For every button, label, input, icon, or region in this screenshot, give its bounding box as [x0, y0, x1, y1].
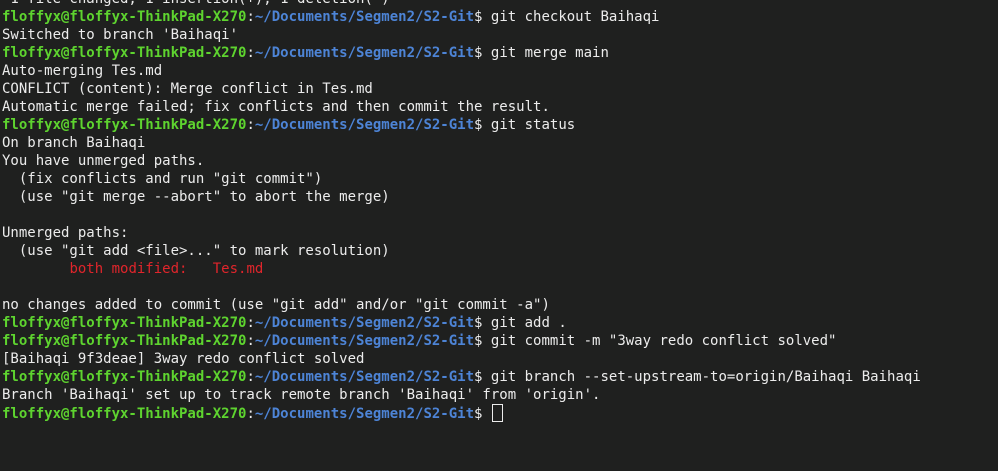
- prompt-line: floffyx@floffyx-ThinkPad-X270:~/Document…: [2, 314, 998, 332]
- prompt-separator: :: [246, 333, 255, 349]
- prompt-separator: :: [246, 315, 255, 331]
- terminal-window[interactable]: 1 file changed, 1 insertion(+), 1 deleti…: [0, 0, 998, 471]
- output-line: (fix conflicts and run "git commit"): [2, 171, 323, 187]
- prompt-separator: :: [246, 369, 255, 385]
- prompt-path: ~/Documents/Segmen2/S2-Git: [254, 369, 475, 385]
- output-line: Branch 'Baihaqi' set up to track remote …: [2, 387, 601, 403]
- output-line: Switched to branch 'Baihaqi': [2, 27, 239, 43]
- command-text: git add .: [490, 315, 567, 331]
- prompt-symbol: $: [474, 369, 491, 385]
- prompt-symbol: $: [474, 9, 491, 25]
- prompt-line: floffyx@floffyx-ThinkPad-X270:~/Document…: [2, 368, 998, 386]
- output-line: You have unmerged paths.: [2, 153, 205, 169]
- prompt-symbol: $: [474, 45, 491, 61]
- prompt-path: ~/Documents/Segmen2/S2-Git: [254, 9, 475, 25]
- output-line: Auto-merging Tes.md: [2, 63, 163, 79]
- command-text: git checkout Baihaqi: [490, 9, 660, 25]
- command-text: git commit -m "3way redo conflict solved…: [490, 333, 837, 349]
- prompt-path: ~/Documents/Segmen2/S2-Git: [254, 406, 475, 422]
- prompt-separator: :: [246, 117, 255, 133]
- output-line: Unmerged paths:: [2, 225, 129, 241]
- output-line: [Baihaqi 9f3deae] 3way redo conflict sol…: [2, 351, 365, 367]
- prompt-path: ~/Documents/Segmen2/S2-Git: [254, 45, 475, 61]
- prompt-path: ~/Documents/Segmen2/S2-Git: [254, 315, 475, 331]
- output-line: Automatic merge failed; fix conflicts an…: [2, 99, 550, 115]
- prompt-symbol: $: [474, 333, 491, 349]
- output-line: 1 file changed, 1 insertion(+), 1 deleti…: [2, 0, 998, 8]
- prompt-separator: :: [246, 45, 255, 61]
- prompt-user-host: floffyx@floffyx-ThinkPad-X270: [2, 117, 247, 133]
- terminal-output: 1 file changed, 1 insertion(+), 1 deleti…: [2, 0, 998, 422]
- unmerged-file-line: both modified: Tes.md: [2, 260, 998, 278]
- command-text: git merge main: [490, 45, 609, 61]
- prompt-path: ~/Documents/Segmen2/S2-Git: [254, 117, 475, 133]
- prompt-user-host: floffyx@floffyx-ThinkPad-X270: [2, 333, 247, 349]
- text-cursor: [491, 404, 503, 422]
- prompt-line: floffyx@floffyx-ThinkPad-X270:~/Document…: [2, 8, 998, 26]
- prompt-line: floffyx@floffyx-ThinkPad-X270:~/Document…: [2, 44, 998, 62]
- prompt-line: floffyx@floffyx-ThinkPad-X270:~/Document…: [2, 332, 998, 350]
- prompt-line: floffyx@floffyx-ThinkPad-X270:~/Document…: [2, 116, 998, 134]
- prompt-user-host: floffyx@floffyx-ThinkPad-X270: [2, 406, 247, 422]
- output-line: On branch Baihaqi: [2, 135, 146, 151]
- active-prompt-line[interactable]: floffyx@floffyx-ThinkPad-X270:~/Document…: [2, 404, 998, 422]
- prompt-separator: :: [246, 406, 255, 422]
- prompt-symbol: $: [474, 315, 491, 331]
- output-line: (use "git add <file>..." to mark resolut…: [2, 243, 390, 259]
- prompt-user-host: floffyx@floffyx-ThinkPad-X270: [2, 369, 247, 385]
- output-line: no changes added to commit (use "git add…: [2, 297, 550, 313]
- prompt-symbol: $: [474, 117, 491, 133]
- prompt-path: ~/Documents/Segmen2/S2-Git: [254, 333, 475, 349]
- unmerged-file-status: both modified: Tes.md: [69, 261, 264, 277]
- command-text: git status: [490, 117, 576, 133]
- output-line: (use "git merge --abort" to abort the me…: [2, 189, 390, 205]
- prompt-user-host: floffyx@floffyx-ThinkPad-X270: [2, 45, 247, 61]
- output-line: CONFLICT (content): Merge conflict in Te…: [2, 81, 373, 97]
- prompt-user-host: floffyx@floffyx-ThinkPad-X270: [2, 9, 247, 25]
- command-text: git branch --set-upstream-to=origin/Baih…: [490, 369, 921, 385]
- prompt-user-host: floffyx@floffyx-ThinkPad-X270: [2, 315, 247, 331]
- prompt-separator: :: [246, 9, 255, 25]
- prompt-symbol: $: [474, 406, 491, 422]
